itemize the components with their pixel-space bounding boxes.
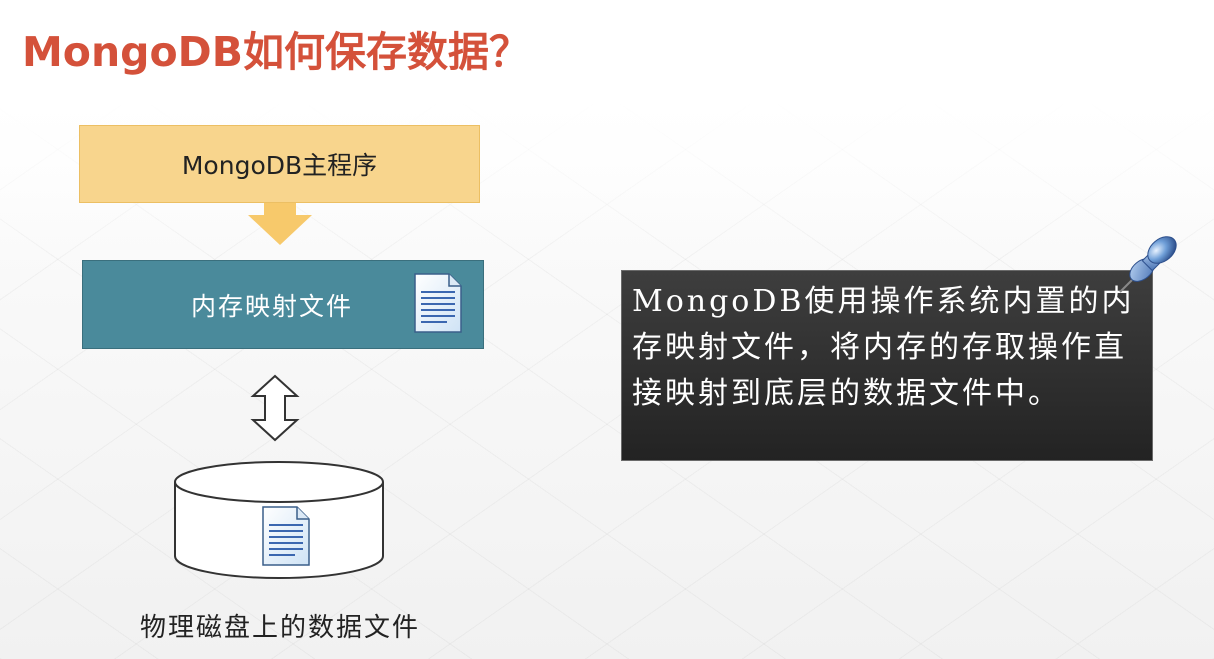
document-icon [262,506,310,566]
disk-data-file-label: 物理磁盘上的数据文件 [140,613,421,643]
memory-mapped-file-label: 内存映射文件 [191,292,354,321]
pushpin-icon [1119,236,1177,293]
main-program-box: MongoDB主程序 [79,125,480,203]
up-down-arrow-icon [250,374,300,442]
document-icon [414,273,462,333]
note-box: MongoDB使用操作系统内置的内存映射文件，将内存的存取操作直接映射到底层的数… [621,270,1153,461]
page-title: MongoDB如何保存数据？ [22,28,530,76]
down-arrow-icon [248,203,312,245]
main-program-label: MongoDB主程序 [181,151,378,180]
note-text: MongoDB使用操作系统内置的内存映射文件，将内存的存取操作直接映射到底层的数… [632,284,1135,411]
memory-mapped-file-box: 内存映射文件 [82,260,484,349]
